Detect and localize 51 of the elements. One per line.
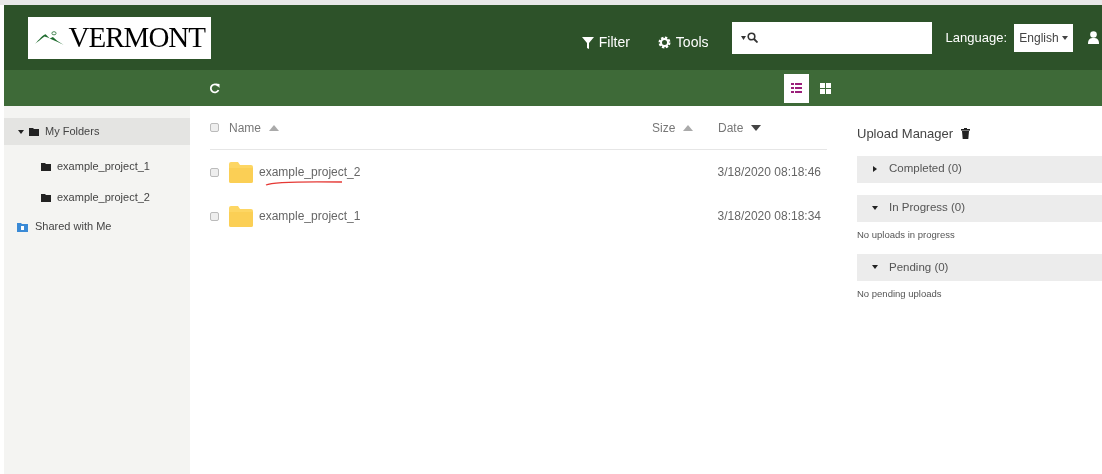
folder-name[interactable]: example_project_1 bbox=[259, 209, 361, 223]
checkbox[interactable] bbox=[210, 123, 219, 132]
sidebar-item[interactable]: example_project_2 bbox=[4, 182, 190, 213]
sidebar-label: Shared with Me bbox=[35, 219, 112, 235]
sidebar-item[interactable]: My Folders bbox=[4, 118, 190, 145]
refresh-icon bbox=[209, 82, 220, 94]
status-message: No uploads in progress bbox=[857, 227, 956, 242]
section-header[interactable]: Completed (0) bbox=[857, 155, 1102, 183]
caret-down-icon bbox=[18, 128, 24, 135]
trash-icon bbox=[961, 128, 971, 140]
status-message: No pending uploads bbox=[857, 286, 943, 301]
column-header[interactable]: Name bbox=[229, 118, 652, 137]
column-header[interactable]: Date bbox=[718, 118, 762, 137]
date-cell-text: 3/18/2020 08:18:34 bbox=[717, 208, 821, 225]
caret-right-icon bbox=[872, 166, 878, 172]
search-icon bbox=[746, 32, 758, 43]
caret-down-icon bbox=[872, 205, 878, 211]
checkbox[interactable] bbox=[210, 167, 219, 177]
language-select[interactable]: English bbox=[1014, 23, 1073, 52]
section-header[interactable]: In Progress (0) bbox=[857, 194, 1102, 222]
checkbox[interactable] bbox=[210, 211, 219, 221]
tools-button[interactable]: Tools bbox=[657, 32, 709, 53]
sidebar-label: My Folders bbox=[45, 124, 100, 140]
date-cell-text: 3/18/2020 08:18:46 bbox=[717, 164, 821, 181]
folder-icon bbox=[229, 205, 253, 227]
list-view-button[interactable] bbox=[784, 73, 809, 103]
caret-down-icon bbox=[872, 264, 878, 271]
filter-button[interactable]: Filter bbox=[581, 32, 630, 53]
folder-icon bbox=[229, 161, 253, 183]
sidebar-item[interactable]: example_project_1 bbox=[4, 151, 190, 182]
folder-icon bbox=[29, 127, 39, 136]
section-header[interactable]: Pending (0) bbox=[857, 253, 1102, 281]
folder-icon bbox=[41, 193, 51, 202]
logo[interactable]: VERMONT bbox=[28, 16, 211, 59]
grid-icon bbox=[820, 82, 831, 94]
sidebar-label: example_project_2 bbox=[57, 190, 150, 206]
sidebar-label: example_project_1 bbox=[57, 159, 150, 175]
caret-icon bbox=[1061, 35, 1068, 40]
gear-icon bbox=[657, 36, 671, 49]
panel-title: Upload Manager bbox=[857, 125, 954, 143]
sidebar-item[interactable]: Shared with Me bbox=[4, 213, 190, 240]
caret-icon bbox=[740, 35, 746, 40]
language-label: Language: bbox=[945, 28, 1007, 47]
column-header[interactable]: Size bbox=[652, 118, 718, 137]
funnel-icon bbox=[581, 36, 594, 49]
folder-name[interactable]: example_project_2 bbox=[259, 165, 361, 179]
list-icon bbox=[791, 83, 802, 93]
user-icon bbox=[1088, 31, 1099, 44]
shared-folder-icon bbox=[17, 221, 28, 232]
folder-icon bbox=[41, 162, 51, 171]
search-field[interactable] bbox=[731, 21, 932, 54]
